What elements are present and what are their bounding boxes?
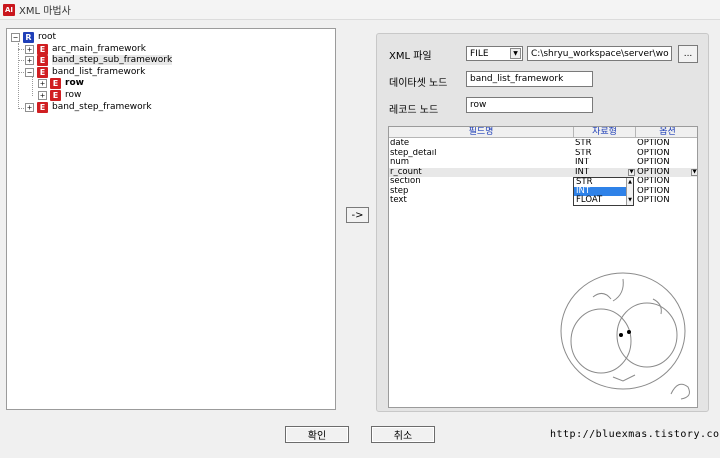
tree-node-label: band_step_framework bbox=[52, 102, 152, 112]
collapse-icon[interactable]: − bbox=[25, 67, 34, 77]
field-name-cell: r_count bbox=[390, 167, 422, 177]
dropdown-scrollbar[interactable]: ▲ ▼ bbox=[626, 178, 633, 205]
doodle-watermark-icon bbox=[559, 271, 690, 400]
field-name-cell: step bbox=[390, 186, 409, 196]
table-row[interactable]: step_detail STR OPTION bbox=[389, 148, 697, 159]
tree-node-label: row bbox=[65, 78, 84, 88]
option-cell[interactable]: OPTION bbox=[636, 158, 697, 168]
tree-node-root[interactable]: − R root bbox=[11, 31, 56, 43]
field-name-cell: num bbox=[390, 158, 410, 167]
tree-node-label: band_list_framework bbox=[52, 67, 146, 77]
column-header-option: 옵션 bbox=[659, 127, 676, 137]
window-title: XML 마법사 bbox=[19, 6, 71, 17]
source-type-select[interactable]: FILE ▼ bbox=[466, 46, 523, 61]
expand-icon[interactable]: + bbox=[25, 55, 34, 65]
tree-node-label: row bbox=[65, 90, 82, 100]
tree-node-row-1[interactable]: + E row bbox=[38, 77, 84, 89]
tree-node-label: arc_main_framework bbox=[52, 44, 146, 54]
title-bar: AI XML 마법사 bbox=[0, 0, 720, 20]
scroll-down-icon[interactable]: ▼ bbox=[627, 196, 633, 205]
scroll-up-icon[interactable]: ▲ bbox=[627, 178, 633, 187]
table-row[interactable]: step OPTION bbox=[389, 186, 697, 197]
element-node-icon: E bbox=[37, 54, 48, 66]
type-dropdown-list[interactable]: STR INT FLOAT ▲ ▼ bbox=[573, 177, 634, 206]
option-cell[interactable]: OPTION bbox=[636, 177, 697, 187]
table-row[interactable]: date STR OPTION bbox=[389, 139, 697, 149]
expand-icon[interactable]: + bbox=[38, 90, 47, 100]
tree-node-label: band_step_sub_framework bbox=[52, 55, 173, 65]
chevron-down-icon[interactable]: ▼ bbox=[628, 168, 635, 176]
field-name-cell: text bbox=[390, 196, 407, 205]
table-row[interactable]: text OPTION bbox=[389, 196, 697, 206]
xml-file-label: XML 파일 bbox=[389, 51, 432, 62]
tree-node-band-step-sub-framework[interactable]: + E band_step_sub_framework bbox=[25, 54, 173, 66]
record-node-input[interactable]: row bbox=[466, 97, 593, 113]
app-icon: AI bbox=[3, 3, 15, 16]
element-node-icon: E bbox=[50, 77, 61, 89]
expand-icon[interactable]: + bbox=[25, 44, 34, 54]
type-cell[interactable]: INT bbox=[574, 158, 636, 168]
expand-icon[interactable]: + bbox=[25, 102, 34, 112]
table-row[interactable]: section OPTION bbox=[389, 177, 697, 187]
tree-connector bbox=[18, 72, 24, 73]
root-node-icon: R bbox=[23, 31, 34, 43]
file-path-input[interactable]: C:\shryu_workspace\server\wo bbox=[527, 46, 672, 61]
field-name-cell: section bbox=[390, 177, 421, 186]
grid-header: 필드명 자료형 옵션 bbox=[389, 127, 697, 138]
element-node-icon: E bbox=[37, 43, 48, 55]
element-node-icon: E bbox=[37, 66, 48, 78]
field-name-cell: step_detail bbox=[390, 148, 437, 158]
type-cell[interactable]: STR bbox=[574, 139, 636, 149]
browse-button[interactable]: ... bbox=[678, 45, 698, 63]
option-cell[interactable]: OPTION bbox=[636, 187, 697, 197]
option-cell[interactable]: OPTION bbox=[636, 139, 697, 149]
cancel-button[interactable]: 취소 bbox=[371, 426, 435, 443]
record-node-label: 레코드 노드 bbox=[389, 105, 439, 116]
element-node-icon: E bbox=[37, 101, 48, 113]
field-name-cell: date bbox=[390, 139, 410, 148]
chevron-down-icon[interactable]: ▼ bbox=[691, 168, 697, 176]
settings-panel: XML 파일 FILE ▼ C:\shryu_workspace\server\… bbox=[376, 33, 709, 412]
type-cell[interactable]: STR bbox=[574, 149, 636, 159]
collapse-icon[interactable]: − bbox=[11, 32, 20, 42]
blog-url: http://bluexmas.tistory.com/ bbox=[550, 429, 720, 440]
tree-connector bbox=[18, 60, 24, 61]
tree-connector bbox=[18, 108, 24, 109]
ok-button[interactable]: 확인 bbox=[285, 426, 349, 443]
dropdown-option-float[interactable]: FLOAT bbox=[574, 196, 633, 205]
tree-connector bbox=[18, 43, 19, 109]
tree-connector bbox=[32, 77, 33, 96]
table-row[interactable]: num INT OPTION bbox=[389, 158, 697, 168]
chevron-down-icon[interactable]: ▼ bbox=[510, 48, 521, 59]
column-header-type: 자료형 bbox=[574, 127, 636, 137]
tree-node-row-2[interactable]: + E row bbox=[38, 89, 81, 101]
element-node-icon: E bbox=[50, 89, 61, 101]
dataset-node-label: 데이타셋 노드 bbox=[389, 78, 448, 89]
source-type-value: FILE bbox=[470, 48, 489, 59]
option-value: OPTION bbox=[637, 167, 670, 177]
dataset-node-input[interactable]: band_list_framework bbox=[466, 71, 593, 87]
tree-node-label: root bbox=[38, 32, 57, 42]
type-select-cell[interactable]: INT ▼ bbox=[574, 168, 636, 178]
option-cell[interactable]: OPTION bbox=[636, 196, 697, 206]
tree-node-band-step-framework[interactable]: + E band_step_framework bbox=[25, 101, 152, 113]
option-select-cell[interactable]: OPTION ▼ bbox=[636, 167, 697, 178]
apply-arrow-button[interactable]: -> bbox=[346, 207, 369, 223]
column-header-field: 필드명 bbox=[389, 127, 574, 137]
tree-connector bbox=[18, 49, 24, 50]
table-row-active[interactable]: r_count INT ▼ OPTION ▼ bbox=[389, 167, 697, 178]
expand-icon[interactable]: + bbox=[38, 78, 47, 88]
type-value: INT bbox=[575, 167, 590, 177]
xml-tree-panel[interactable]: − R root + E arc_main_framework + E band… bbox=[6, 28, 336, 410]
option-cell[interactable]: OPTION bbox=[636, 149, 697, 159]
